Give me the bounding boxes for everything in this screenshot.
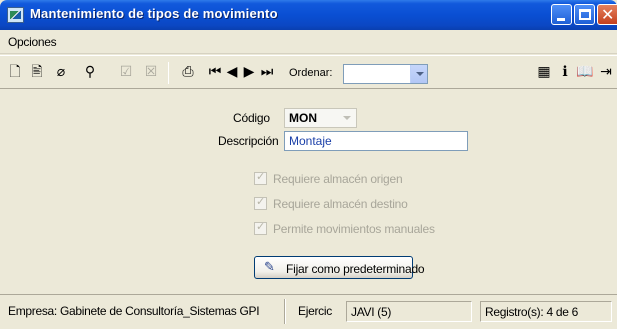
previous-record-icon: ◀ xyxy=(226,64,238,80)
checkbox-checked-icon[interactable] xyxy=(254,220,267,235)
new-button[interactable]: 🗋 xyxy=(5,62,25,82)
menu-bar: Opciones xyxy=(0,30,617,54)
edit-document-icon: 🖹 xyxy=(31,64,43,80)
chevron-down-icon[interactable] xyxy=(410,65,427,83)
exit-icon: ⇥ xyxy=(600,64,612,80)
search-button[interactable]: ⚲ xyxy=(80,62,100,82)
app-icon[interactable] xyxy=(7,7,24,23)
codigo-label: Código xyxy=(233,111,270,125)
permite-manuales-label: Permite movimientos manuales xyxy=(273,222,435,236)
title-bar[interactable]: Mantenimiento de tipos de movimiento ✕ xyxy=(0,0,617,30)
eraser-icon: ⌀ xyxy=(56,64,66,80)
descripcion-value: Montaje xyxy=(289,134,332,148)
checkbox-checked-icon[interactable] xyxy=(254,170,267,185)
status-bar: Empresa: Gabinete de Consultoría_Sistema… xyxy=(0,294,617,329)
cancel-button[interactable]: ☒ xyxy=(141,62,161,82)
accept-button[interactable]: ☑ xyxy=(116,62,136,82)
new-document-icon: 🗋 xyxy=(9,64,21,80)
info-button[interactable]: ℹ xyxy=(555,62,575,82)
descripcion-label: Descripción xyxy=(218,134,279,148)
codigo-value: MON xyxy=(289,111,317,125)
first-record-icon: ⏮ xyxy=(208,64,222,80)
maximize-button[interactable] xyxy=(574,4,595,25)
ordenar-select[interactable] xyxy=(343,64,428,84)
toolbar: 🗋 🖹 ⌀ ⚲ ☑ ☒ ⎙ ⏮ ◀ ▶ ⏭ Ordenar: ▦ ℹ 📖 ⇥ xyxy=(0,55,617,89)
form-panel: Código MON Descripción Montaje Requiere … xyxy=(0,90,617,294)
status-empresa: Empresa: Gabinete de Consultoría_Sistema… xyxy=(8,304,260,318)
window-title: Mantenimiento de tipos de movimiento xyxy=(30,6,278,21)
help-book-icon: 📖 xyxy=(576,64,594,80)
cancel-icon: ☒ xyxy=(144,64,158,80)
menu-opciones[interactable]: Opciones xyxy=(8,35,57,49)
checkbox-checked-icon[interactable] xyxy=(254,195,267,210)
status-registros: Registro(s): 4 de 6 xyxy=(480,301,612,322)
print-button[interactable]: ⎙ xyxy=(178,62,198,82)
status-ejercicio-label: Ejercic xyxy=(298,304,332,318)
descripcion-input[interactable]: Montaje xyxy=(284,131,468,151)
pin-icon: ✎ xyxy=(264,260,275,275)
close-button[interactable]: ✕ xyxy=(597,4,617,25)
toolbar-separator xyxy=(168,62,169,84)
last-record-icon: ⏭ xyxy=(260,64,274,80)
status-divider xyxy=(284,299,286,324)
set-default-label: Fijar como predeterminado xyxy=(286,262,425,276)
binoculars-icon: ⚲ xyxy=(84,64,96,80)
set-default-button[interactable]: ✎ Fijar como predeterminado xyxy=(254,256,425,279)
ordenar-label: Ordenar: xyxy=(289,67,333,79)
calculator-button[interactable]: ▦ xyxy=(534,62,554,82)
exit-button[interactable]: ⇥ xyxy=(596,62,616,82)
close-icon: ✕ xyxy=(601,5,615,24)
chevron-down-icon[interactable] xyxy=(339,110,355,126)
codigo-select[interactable]: MON xyxy=(284,108,357,128)
last-record-button[interactable]: ⏭ xyxy=(257,62,277,82)
requiere-destino-label: Requiere almacén destino xyxy=(273,197,408,211)
clear-button[interactable]: ⌀ xyxy=(51,62,71,82)
next-record-button[interactable]: ▶ xyxy=(239,62,259,82)
info-icon: ℹ xyxy=(562,64,568,80)
accept-icon: ☑ xyxy=(119,64,133,80)
maximize-icon xyxy=(579,9,591,20)
next-record-icon: ▶ xyxy=(243,64,255,80)
calculator-icon: ▦ xyxy=(537,64,551,80)
minimize-button[interactable] xyxy=(551,4,572,25)
requiere-origen-label: Requiere almacén origen xyxy=(273,172,403,186)
status-ejercicio-value: JAVI (5) xyxy=(346,301,472,322)
minimize-icon xyxy=(557,18,565,21)
edit-button[interactable]: 🖹 xyxy=(27,62,47,82)
help-button[interactable]: 📖 xyxy=(575,62,595,82)
print-icon: ⎙ xyxy=(182,64,194,80)
